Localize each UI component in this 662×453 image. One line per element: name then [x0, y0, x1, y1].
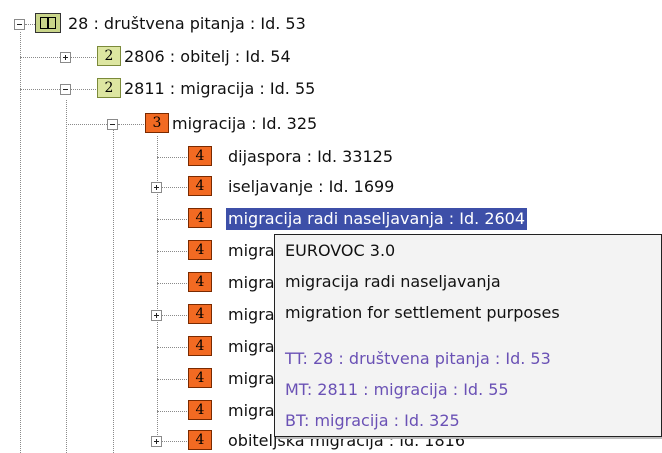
level-badge: 4 [188, 304, 212, 324]
tree-node-label[interactable]: dijaspora : Id. 33125 [226, 146, 395, 168]
tree-line [20, 32, 21, 453]
tree-connector [162, 315, 187, 316]
level-badge: 4 [188, 272, 212, 292]
tree-node-label[interactable]: 2811 : migracija : Id. 55 [122, 78, 317, 100]
tree-node-label[interactable]: migra [226, 400, 277, 422]
level-badge: 4 [188, 208, 212, 228]
tree-node-label[interactable]: migra [226, 336, 277, 358]
tree-connector [20, 57, 60, 58]
expander-plus-icon[interactable] [60, 52, 71, 63]
tree-connector [157, 157, 187, 158]
level-badge: 3 [145, 113, 169, 133]
level-badge: 2 [97, 46, 121, 66]
level-badge: 4 [188, 176, 212, 196]
tree-node-label[interactable]: migra [226, 240, 277, 262]
book-icon [35, 13, 61, 33]
tree-node-label[interactable]: migra [226, 368, 277, 390]
tooltip-tt: TT: 28 : društvena pitanja : Id. 53 [285, 349, 551, 368]
expander-minus-icon[interactable] [107, 119, 118, 130]
tooltip-bt: BT: migracija : Id. 325 [285, 411, 460, 430]
tooltip-mt: MT: 2811 : migracija : Id. 55 [285, 380, 509, 399]
tree-connector [157, 347, 187, 348]
tree-node-label-selected[interactable]: migracija radi naseljavanja : Id. 2604 [226, 208, 528, 230]
tree-node-label[interactable]: 28 : društvena pitanja : Id. 53 [66, 13, 308, 35]
tree-connector [118, 124, 144, 125]
tree-connector [66, 124, 107, 125]
tree-node-label[interactable]: migra [226, 304, 277, 326]
tree-line [66, 100, 67, 453]
tree-node-label[interactable]: iseljavanje : Id. 1699 [226, 176, 396, 198]
tree-connector [71, 57, 96, 58]
expander-minus-icon[interactable] [60, 84, 71, 95]
tree-line [113, 130, 114, 453]
tree-connector [71, 89, 96, 90]
tree-connector [157, 379, 187, 380]
level-badge: 4 [188, 368, 212, 388]
tree-connector [162, 441, 187, 442]
tree-node-label[interactable]: migracija : Id. 325 [170, 113, 319, 135]
tree-connector [157, 411, 187, 412]
tree-connector [157, 251, 187, 252]
tree-connector [25, 24, 35, 25]
tree-connector [157, 283, 187, 284]
tree-connector [20, 89, 60, 90]
expander-plus-icon[interactable] [151, 182, 162, 193]
expander-plus-icon[interactable] [151, 310, 162, 321]
level-badge: 4 [188, 400, 212, 420]
level-badge: 4 [188, 336, 212, 356]
tree-node-label[interactable]: migra [226, 272, 277, 294]
expander-plus-icon[interactable] [151, 436, 162, 447]
level-badge: 4 [188, 430, 212, 450]
level-badge: 4 [188, 240, 212, 260]
tooltip-title: EUROVOC 3.0 [285, 241, 396, 260]
tree-connector [157, 219, 187, 220]
level-badge: 4 [188, 146, 212, 166]
tree-node-label[interactable]: 2806 : obitelj : Id. 54 [122, 46, 293, 68]
expander-minus-icon[interactable] [14, 19, 25, 30]
term-tooltip: EUROVOC 3.0 migracija radi naseljavanja … [274, 234, 662, 437]
level-badge: 2 [97, 78, 121, 98]
tooltip-term-hr: migracija radi naseljavanja [285, 272, 501, 291]
tooltip-term-en: migration for settlement purposes [285, 303, 560, 322]
tree-connector [162, 187, 187, 188]
